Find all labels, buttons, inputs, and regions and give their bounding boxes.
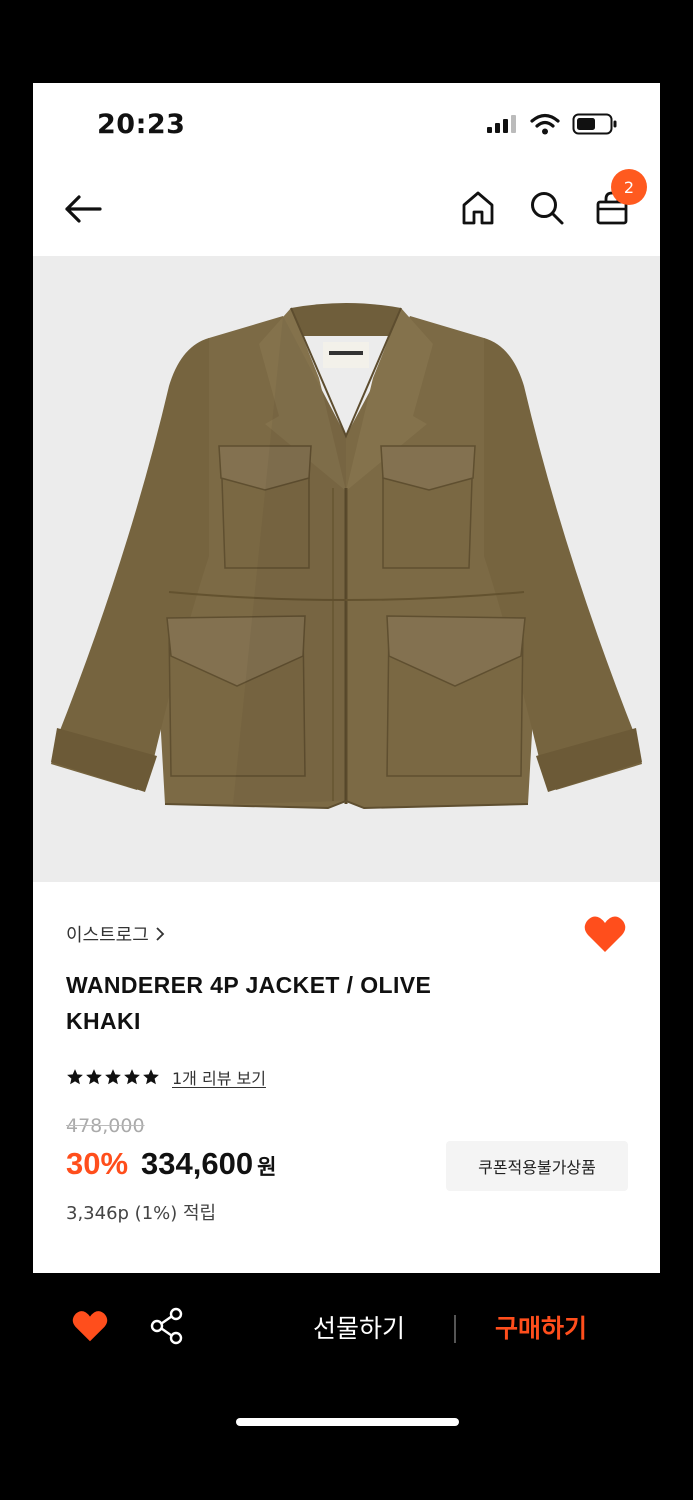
search-icon xyxy=(531,192,564,225)
brand-name: 이스트로그 xyxy=(66,925,149,946)
top-nav xyxy=(33,168,660,256)
product-title: WANDERER 4P JACKET / OLIVE KHAKI xyxy=(66,972,432,1034)
sale-price: 334,600 xyxy=(141,1146,254,1181)
star-icon xyxy=(67,1069,83,1085)
heart-filled-icon xyxy=(584,916,626,952)
signal-icon xyxy=(487,115,516,133)
battery-icon xyxy=(572,113,617,135)
gift-button[interactable]: 선물하기 xyxy=(313,1309,405,1345)
app-screen: 20:23 2 이스트로그 WANDERER 4P JACKET / OLIVE… xyxy=(33,83,660,1273)
home-icon xyxy=(462,191,494,225)
chevron-right-icon xyxy=(156,927,165,941)
star-icon xyxy=(86,1069,102,1085)
share-icon xyxy=(150,1307,183,1345)
bottom-action-bar: 선물하기 구매하기 xyxy=(33,1273,660,1383)
jacket-image xyxy=(51,303,642,810)
rating-row: 1개 리뷰 보기 xyxy=(66,1065,266,1089)
search-button[interactable] xyxy=(526,186,568,230)
back-arrow-icon xyxy=(65,195,102,223)
share-button[interactable] xyxy=(149,1307,189,1347)
rating-stars xyxy=(66,1068,160,1086)
status-time: 20:23 xyxy=(97,109,186,140)
discount-rate: 30% xyxy=(66,1146,129,1181)
home-button[interactable] xyxy=(457,186,499,230)
status-icons xyxy=(486,113,618,135)
wifi-icon xyxy=(530,113,560,135)
reward-points: 3,346p (1%) 적립 xyxy=(66,1203,217,1224)
coupon-notice-badge: 쿠폰적용불가상품 xyxy=(446,1141,628,1191)
price-row: 30% 334,600 원 xyxy=(66,1146,276,1182)
currency-unit: 원 xyxy=(257,1155,277,1179)
home-indicator[interactable] xyxy=(236,1418,459,1426)
star-icon xyxy=(105,1069,121,1085)
status-bar: 20:23 xyxy=(33,83,660,168)
back-button[interactable] xyxy=(59,186,107,232)
product-image[interactable] xyxy=(33,256,660,882)
brand-link[interactable]: 이스트로그 xyxy=(66,921,165,947)
heart-filled-icon xyxy=(72,1311,108,1342)
wishlist-button[interactable] xyxy=(583,914,627,956)
cart-count-badge: 2 xyxy=(611,169,647,205)
button-divider xyxy=(454,1315,456,1343)
buy-button[interactable]: 구매하기 xyxy=(495,1309,587,1345)
star-icon xyxy=(143,1069,159,1085)
star-icon xyxy=(124,1069,140,1085)
review-link[interactable]: 1개 리뷰 보기 xyxy=(172,1065,266,1089)
bottom-wishlist-button[interactable] xyxy=(71,1309,111,1347)
original-price: 478,000 xyxy=(66,1115,145,1137)
